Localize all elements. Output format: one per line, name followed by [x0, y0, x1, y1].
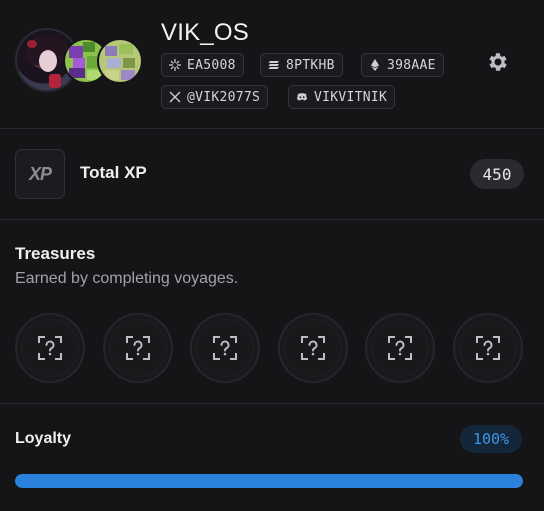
treasure-slot[interactable] — [15, 313, 85, 383]
treasure-slot[interactable] — [103, 313, 173, 383]
unknown-question-icon — [38, 336, 62, 360]
total-xp-value: 450 — [470, 159, 524, 189]
nft-avatar[interactable] — [97, 38, 143, 84]
xp-logo-text: XP — [28, 163, 52, 184]
xp-logo: XP — [15, 149, 65, 199]
loyalty-percent-badge: 100% — [460, 425, 522, 453]
id-chip-solana[interactable]: 8PTKHB — [260, 53, 343, 77]
loyalty-progress-fill — [15, 474, 523, 488]
discord-icon — [297, 93, 307, 101]
sparkle-icon — [169, 59, 181, 71]
unknown-question-icon — [388, 336, 412, 360]
chip-label: EA5008 — [187, 57, 236, 73]
divider — [0, 128, 544, 129]
avatar-group[interactable] — [15, 28, 145, 94]
id-chip-ethereum[interactable]: 398AAE — [361, 53, 444, 77]
total-xp-label: Total XP — [80, 163, 147, 182]
treasure-slot[interactable] — [365, 313, 435, 383]
x-icon — [169, 91, 181, 103]
treasure-slot[interactable] — [453, 313, 523, 383]
profile-name: VIK_OS — [161, 19, 249, 46]
social-chip-discord[interactable]: VIKVITNIK — [288, 85, 396, 109]
unknown-question-icon — [126, 336, 150, 360]
solana-icon — [268, 61, 279, 69]
divider — [0, 219, 544, 220]
ethereum-icon — [371, 59, 379, 71]
chip-label: 398AAE — [387, 57, 436, 73]
treasure-slot[interactable] — [278, 313, 348, 383]
unknown-question-icon — [301, 336, 325, 360]
treasures-subtitle: Earned by completing voyages. — [15, 270, 239, 287]
chip-label: @VIK2077S — [187, 89, 261, 105]
loyalty-title: Loyalty — [15, 430, 72, 447]
treasure-slot[interactable] — [190, 313, 260, 383]
social-chip-x[interactable]: @VIK2077S — [161, 85, 269, 109]
loyalty-progress-bar — [15, 474, 523, 488]
unknown-question-icon — [476, 336, 500, 360]
unknown-question-icon — [213, 336, 237, 360]
treasures-title: Treasures — [15, 244, 96, 263]
settings-gear-icon[interactable] — [486, 50, 510, 74]
chip-label: VIKVITNIK — [314, 89, 388, 105]
chip-label: 8PTKHB — [286, 57, 335, 73]
id-chip-sparkle[interactable]: EA5008 — [161, 53, 244, 77]
divider — [0, 403, 544, 404]
